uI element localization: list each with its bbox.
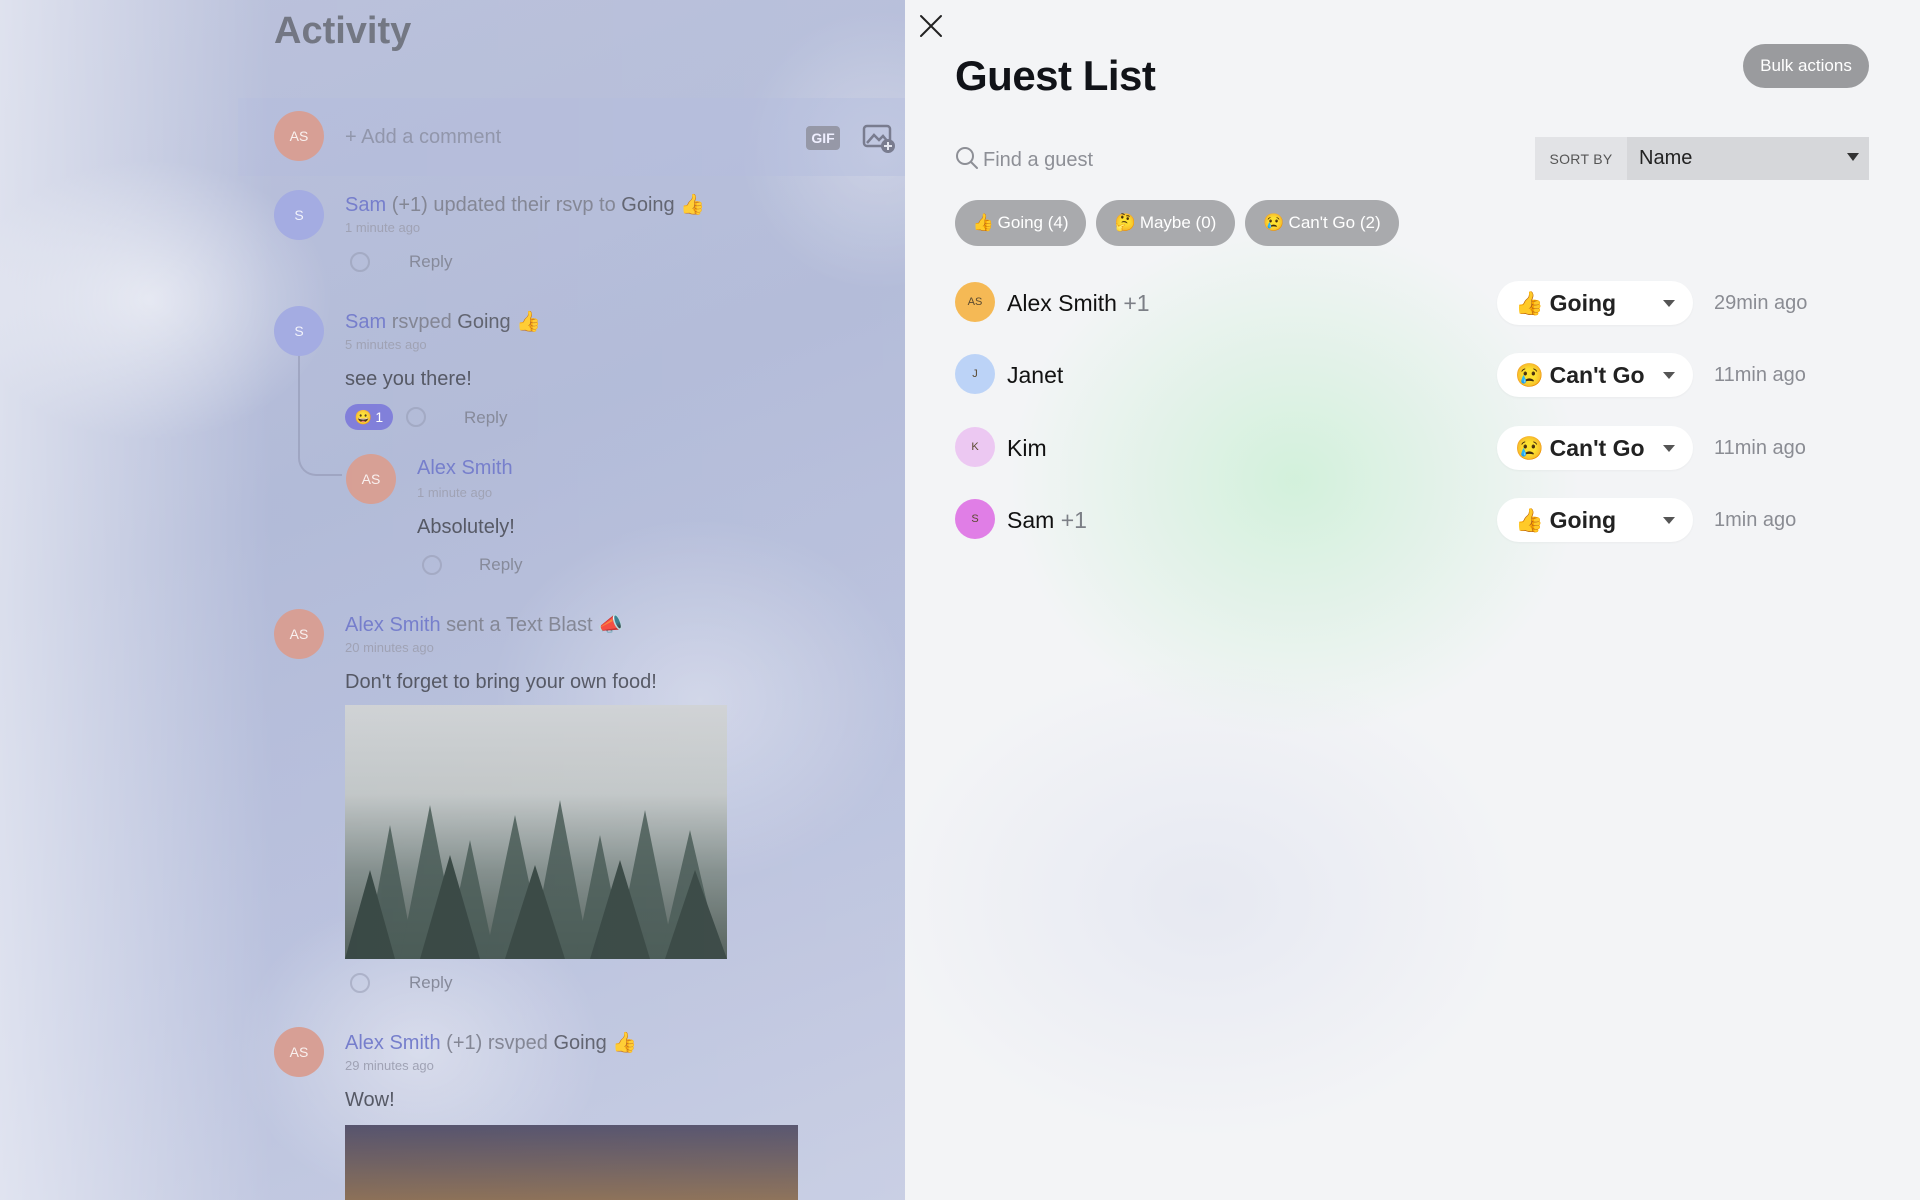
author-link[interactable]: Alex Smith (417, 457, 513, 479)
feed-item-header: Alex Smith (+1) rsvped Going 👍 (345, 1032, 638, 1054)
feed-item-header: Alex Smith sent a Text Blast 📣 (345, 614, 624, 636)
avatar: S (274, 306, 324, 356)
guest-row[interactable]: S Sam +1 👍 Going 1min ago (955, 494, 1855, 544)
crying-face-icon: 😢 (1263, 213, 1285, 232)
thread-connector (298, 356, 342, 476)
close-icon[interactable] (917, 12, 945, 40)
comment-text: Don't forget to bring your own food! (345, 671, 657, 693)
reaction-badge[interactable]: 😀 1 (345, 404, 393, 430)
activity-title: Activity (274, 10, 412, 52)
avatar: AS (274, 1027, 324, 1077)
avatar: S (955, 499, 995, 539)
sort-by-label: SORT BY (1535, 137, 1627, 180)
page-title: Guest List (955, 52, 1156, 99)
chevron-down-icon (1663, 445, 1675, 452)
guest-name: Alex Smith +1 (1007, 290, 1150, 316)
reply-button[interactable]: Reply (464, 408, 507, 428)
attached-photo[interactable] (345, 705, 727, 959)
add-reaction-icon[interactable] (422, 555, 442, 575)
chevron-down-icon (1663, 300, 1675, 307)
crying-face-icon: 😢 (1515, 361, 1544, 388)
add-reaction-icon[interactable] (350, 973, 370, 993)
rsvp-status-dropdown[interactable]: 👍 Going (1497, 281, 1693, 325)
thumbs-up-icon: 👍 (680, 194, 706, 216)
avatar: K (955, 427, 995, 467)
search-icon (955, 146, 979, 175)
avatar: AS (346, 454, 396, 504)
avatar: S (274, 190, 324, 240)
guest-row[interactable]: J Janet 😢 Can't Go 11min ago (955, 349, 1855, 399)
grinning-face-icon: 😀 (354, 408, 373, 425)
author-link[interactable]: Alex Smith (345, 614, 441, 636)
feed-item-header: Sam rsvped Going 👍 (345, 311, 542, 333)
attached-photo[interactable] (345, 1125, 798, 1200)
comment-text: Wow! (345, 1089, 395, 1111)
comment-text: Absolutely! (417, 516, 515, 538)
more-options-icon[interactable]: ⋮ (898, 1031, 905, 1051)
rsvp-time: 11min ago (1714, 437, 1806, 459)
guest-name: Kim (1007, 435, 1047, 461)
timestamp: 20 minutes ago (345, 640, 434, 655)
megaphone-icon: 📣 (598, 614, 624, 636)
guest-search-input[interactable] (983, 142, 1363, 178)
chevron-down-icon (1663, 517, 1675, 524)
thumbs-up-icon: 👍 (516, 311, 542, 333)
filter-cant-go[interactable]: 😢 Can't Go (2) (1245, 200, 1399, 246)
rsvp-time: 29min ago (1714, 292, 1808, 314)
rsvp-status-dropdown[interactable]: 😢 Can't Go (1497, 426, 1693, 470)
more-options-icon[interactable]: ⋮ (898, 613, 905, 633)
guest-row[interactable]: K Kim 😢 Can't Go 11min ago (955, 422, 1855, 472)
guest-list-panel: Guest List Bulk actions SORT BY Name 👍 G… (905, 0, 1920, 1200)
thinking-face-icon: 🤔 (1114, 213, 1136, 232)
comment-text: see you there! (345, 368, 472, 390)
add-reaction-icon[interactable] (350, 252, 370, 272)
reply-button[interactable]: Reply (479, 555, 522, 575)
rsvp-time: 11min ago (1714, 364, 1806, 386)
thumbs-up-icon: 👍 (612, 1032, 638, 1054)
timestamp: 1 minute ago (345, 220, 421, 235)
avatar: AS (274, 111, 324, 161)
filter-going[interactable]: 👍 Going (4) (955, 200, 1086, 246)
activity-feed: Activity AS + Add a comment GIF S Sam (+… (0, 0, 905, 1200)
timestamp: 1 minute ago (417, 485, 493, 500)
feed-item-header: Sam (+1) updated their rsvp to Going 👍 (345, 194, 706, 216)
gif-button[interactable]: GIF (806, 126, 840, 150)
rsvp-time: 1min ago (1714, 509, 1797, 531)
add-reaction-icon[interactable] (406, 407, 426, 427)
more-options-icon[interactable]: ⋮ (898, 310, 905, 330)
comment-composer (238, 98, 905, 176)
avatar: AS (955, 282, 995, 322)
plus-one-count: +1 (1060, 507, 1087, 533)
thumbs-up-icon: 👍 (1515, 506, 1544, 533)
avatar: AS (274, 609, 324, 659)
author-link[interactable]: Alex Smith (345, 1032, 441, 1054)
crying-face-icon: 😢 (1515, 434, 1544, 461)
reply-button[interactable]: Reply (409, 973, 452, 993)
timestamp: 29 minutes ago (345, 1058, 434, 1073)
guest-row[interactable]: AS Alex Smith +1 👍 Going 29min ago (955, 277, 1855, 327)
thumbs-up-icon: 👍 (972, 213, 994, 232)
thumbs-up-icon: 👍 (1515, 289, 1544, 316)
sort-select[interactable]: Name (1627, 137, 1869, 180)
rsvp-status-dropdown[interactable]: 😢 Can't Go (1497, 353, 1693, 397)
author-link[interactable]: Sam (345, 194, 386, 216)
rsvp-status-dropdown[interactable]: 👍 Going (1497, 498, 1693, 542)
filter-maybe[interactable]: 🤔 Maybe (0) (1096, 200, 1235, 246)
chevron-down-icon (1847, 153, 1859, 161)
chevron-down-icon (1663, 372, 1675, 379)
guest-name: Sam +1 (1007, 507, 1087, 533)
bulk-actions-button[interactable]: Bulk actions (1743, 44, 1869, 88)
plus-one-count: +1 (1123, 290, 1150, 316)
image-add-icon[interactable] (862, 122, 896, 159)
guest-name: Janet (1007, 362, 1064, 388)
sort-value: Name (1639, 147, 1693, 169)
author-link[interactable]: Sam (345, 311, 386, 333)
reply-header: Alex Smith (417, 457, 513, 480)
sort-control: SORT BY Name (1535, 137, 1869, 180)
avatar: J (955, 354, 995, 394)
reply-button[interactable]: Reply (409, 252, 452, 272)
timestamp: 5 minutes ago (345, 337, 427, 352)
add-comment-input[interactable]: + Add a comment (345, 126, 501, 149)
